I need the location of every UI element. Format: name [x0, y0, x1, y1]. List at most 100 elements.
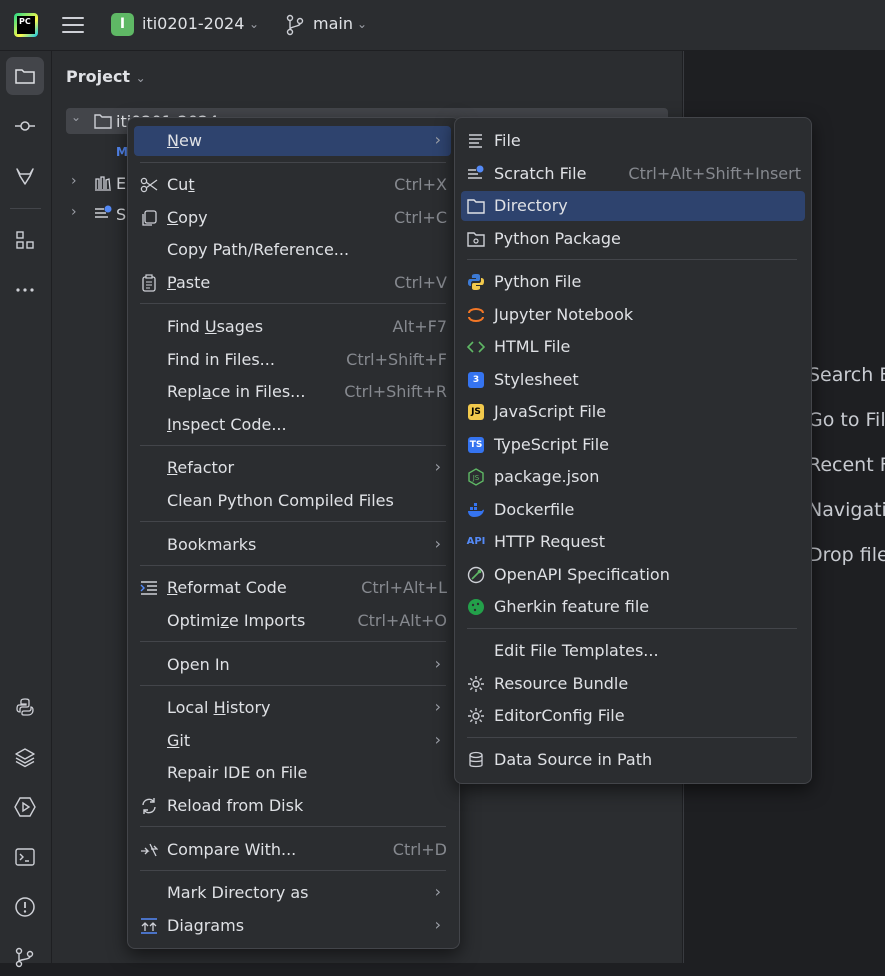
- submenu-item-package-json[interactable]: JS package.json: [461, 462, 805, 492]
- new-submenu: File Scratch File Ctrl+Alt+Shift+Insert …: [454, 117, 812, 784]
- submenu-item-editorconfig[interactable]: EditorConfig File: [461, 701, 805, 731]
- gitlab-icon[interactable]: [6, 157, 44, 195]
- editor-hint: Drop file: [808, 544, 885, 566]
- menu-item-bookmarks[interactable]: Bookmarks ›: [134, 530, 451, 560]
- gear-icon: [468, 676, 484, 692]
- menu-item-diagrams[interactable]: Diagrams ›: [134, 911, 451, 941]
- main-menu-icon[interactable]: [62, 14, 84, 36]
- submenu-item-resource-bundle[interactable]: Resource Bundle: [461, 669, 805, 699]
- paste-icon: [142, 274, 156, 292]
- scratch-file-icon: [468, 165, 484, 179]
- menu-item-copy[interactable]: Copy Ctrl+C: [134, 203, 451, 233]
- submenu-item-html-file[interactable]: HTML File: [461, 332, 805, 362]
- chevron-right-icon: ›: [434, 654, 441, 673]
- menu-item-reload-from-disk[interactable]: Reload from Disk: [134, 791, 451, 821]
- chevron-right-icon: ›: [434, 730, 441, 749]
- more-tools-icon[interactable]: [6, 271, 44, 309]
- editor-hint: Search E: [808, 364, 885, 386]
- context-menu: New › Cut Ctrl+X Copy Ctrl+C Copy Path/R…: [127, 117, 460, 949]
- menu-item-local-history[interactable]: Local History ›: [134, 693, 451, 723]
- submenu-item-javascript-file[interactable]: JS JavaScript File: [461, 397, 805, 427]
- editor-hint: Go to Fil: [808, 409, 885, 431]
- submenu-item-data-source[interactable]: Data Source in Path: [461, 745, 805, 775]
- menu-item-find-usages[interactable]: Find Usages Alt+F7: [134, 312, 451, 342]
- submenu-item-scratch-file[interactable]: Scratch File Ctrl+Alt+Shift+Insert: [461, 159, 805, 189]
- reformat-icon: [140, 581, 157, 595]
- package-folder-icon: [467, 232, 485, 247]
- menu-item-refactor[interactable]: Refactor ›: [134, 453, 451, 483]
- menu-item-git[interactable]: Git ›: [134, 726, 451, 756]
- menu-item-optimize-imports[interactable]: Optimize Imports Ctrl+Alt+O: [134, 606, 451, 636]
- git-icon[interactable]: [6, 938, 44, 976]
- structure-icon[interactable]: [6, 221, 44, 259]
- menu-item-inspect-code[interactable]: Inspect Code...: [134, 410, 451, 440]
- menu-item-open-in[interactable]: Open In ›: [134, 650, 451, 680]
- menu-item-paste[interactable]: Paste Ctrl+V: [134, 268, 451, 298]
- chevron-down-icon[interactable]: ⌄: [249, 17, 259, 31]
- nodejs-icon: JS: [468, 468, 484, 486]
- tree-item-label[interactable]: S: [116, 205, 126, 224]
- submenu-item-http-request[interactable]: API HTTP Request: [461, 527, 805, 557]
- submenu-item-stylesheet[interactable]: 3 Stylesheet: [461, 365, 805, 395]
- submenu-item-edit-templates[interactable]: Edit File Templates...: [461, 636, 805, 666]
- openapi-icon: [467, 566, 485, 584]
- branch-selector[interactable]: main: [313, 14, 353, 33]
- project-selector[interactable]: iti0201-2024: [142, 14, 244, 33]
- submenu-item-python-file[interactable]: Python File: [461, 267, 805, 297]
- layers-icon[interactable]: [6, 738, 44, 776]
- submenu-item-directory[interactable]: Directory: [461, 191, 805, 221]
- chevron-right-icon[interactable]: ›: [71, 173, 77, 189]
- copy-icon: [142, 210, 157, 226]
- text-file-icon: [469, 134, 482, 148]
- submenu-item-file[interactable]: File: [461, 126, 805, 156]
- chevron-right-icon: ›: [434, 457, 441, 476]
- reload-icon: [142, 798, 156, 814]
- project-folder-icon[interactable]: [6, 57, 44, 95]
- commit-icon[interactable]: [6, 107, 44, 145]
- tree-item-label[interactable]: E: [116, 174, 126, 193]
- submenu-item-openapi-spec[interactable]: OpenAPI Specification: [461, 560, 805, 590]
- chevron-down-icon[interactable]: ⌄: [71, 110, 81, 124]
- submenu-item-typescript-file[interactable]: TS TypeScript File: [461, 430, 805, 460]
- menu-item-cut[interactable]: Cut Ctrl+X: [134, 170, 451, 200]
- menu-item-repair-ide[interactable]: Repair IDE on File: [134, 758, 451, 788]
- menu-item-clean-python[interactable]: Clean Python Compiled Files: [134, 486, 451, 516]
- python-icon: [468, 274, 484, 290]
- svg-text:JS: JS: [472, 474, 480, 482]
- menu-item-reformat-code[interactable]: Reformat Code Ctrl+Alt+L: [134, 573, 451, 603]
- chevron-right-icon[interactable]: ›: [71, 204, 77, 220]
- panel-title[interactable]: Project ⌄: [66, 67, 146, 86]
- submenu-item-jupyter-notebook[interactable]: Jupyter Notebook: [461, 300, 805, 330]
- services-run-icon[interactable]: [6, 788, 44, 826]
- folder-icon: [94, 114, 112, 129]
- submenu-item-python-package[interactable]: Python Package: [461, 224, 805, 254]
- chevron-right-icon: ›: [434, 130, 441, 149]
- menu-item-copy-path[interactable]: Copy Path/Reference...: [134, 235, 451, 265]
- chevron-down-icon[interactable]: ⌄: [357, 17, 367, 31]
- database-icon: [469, 751, 483, 768]
- title-bar: I iti0201-2024 ⌄ main ⌄: [0, 0, 885, 51]
- problems-icon[interactable]: [6, 888, 44, 926]
- menu-item-mark-directory[interactable]: Mark Directory as ›: [134, 878, 451, 908]
- docker-icon: [468, 503, 484, 517]
- menu-item-new[interactable]: New ›: [134, 126, 451, 156]
- html-icon: [467, 341, 485, 353]
- scratches-icon: [95, 205, 112, 218]
- project-badge[interactable]: I: [111, 13, 134, 36]
- chevron-right-icon: ›: [434, 534, 441, 553]
- pycharm-logo-icon[interactable]: [14, 13, 38, 37]
- chevron-right-icon: ›: [434, 697, 441, 716]
- compare-icon: [141, 843, 158, 857]
- menu-item-find-in-files[interactable]: Find in Files... Ctrl+Shift+F: [134, 345, 451, 375]
- python-packages-icon[interactable]: [6, 688, 44, 726]
- folder-icon: [467, 199, 485, 214]
- editor-hint: Navigatio: [808, 499, 885, 521]
- jupyter-icon: [468, 308, 484, 322]
- menu-item-compare-with[interactable]: Compare With... Ctrl+D: [134, 835, 451, 865]
- submenu-item-dockerfile[interactable]: Dockerfile: [461, 495, 805, 525]
- submenu-item-gherkin[interactable]: Gherkin feature file: [461, 592, 805, 622]
- git-branch-icon[interactable]: [286, 14, 304, 36]
- terminal-icon[interactable]: [6, 838, 44, 876]
- menu-item-replace-in-files[interactable]: Replace in Files... Ctrl+Shift+R: [134, 377, 451, 407]
- chevron-right-icon: ›: [434, 882, 441, 901]
